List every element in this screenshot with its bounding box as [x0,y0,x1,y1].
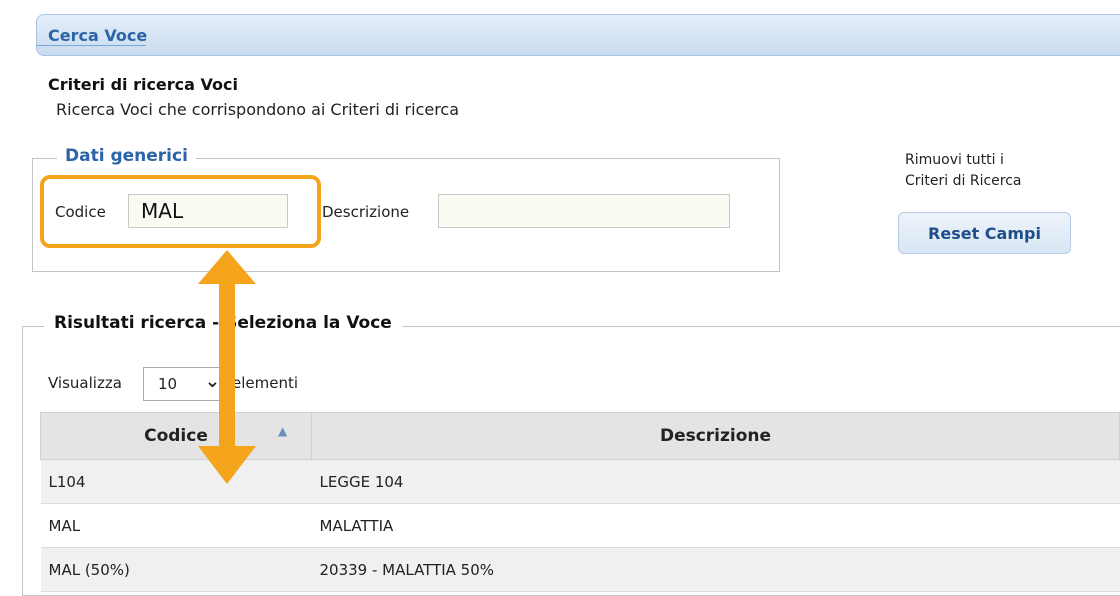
cell-descrizione: LEGGE 104 [311,459,1120,504]
results-table: Codice Descrizione L104 LEGGE 104 MAL MA… [40,412,1120,592]
cell-descrizione: MALATTIA [311,503,1120,548]
cell-codice: L104 [40,459,312,504]
reset-fields-button[interactable]: Reset Campi [898,212,1071,254]
table-row[interactable]: MAL MALATTIA [40,503,1120,548]
reset-note-line1: Rimuovi tutti i [905,152,1004,168]
page-header-bar [36,14,1120,56]
reset-note: Rimuovi tutti i Criteri di Ricerca [905,150,1022,192]
column-header-descrizione[interactable]: Descrizione [311,412,1120,460]
descrizione-label: Descrizione [322,203,410,221]
reset-note-line2: Criteri di Ricerca [905,173,1022,189]
page-title: Cerca Voce [48,26,148,45]
page-size-value: 10 [158,375,178,393]
cell-descrizione: 20339 - MALATTIA 50% [311,547,1120,592]
chevron-down-icon: ⌄ [204,371,220,392]
show-label: Visualizza [48,374,122,392]
criteria-subtitle: Ricerca Voci che corrispondono ai Criter… [56,100,460,119]
criteria-title: Criteri di ricerca Voci [48,75,238,94]
generic-data-legend: Dati generici [57,146,196,166]
cell-codice: MAL (50%) [40,547,312,592]
sort-asc-icon[interactable]: ▲ [278,424,287,438]
table-row[interactable]: L104 LEGGE 104 [40,459,1120,504]
cell-codice: MAL [40,503,312,548]
elements-label: elementi [232,374,299,392]
table-row[interactable]: MAL (50%) 20339 - MALATTIA 50% [40,547,1120,592]
results-legend: Risultati ricerca - Seleziona la Voce [44,313,402,333]
column-header-codice[interactable]: Codice [40,412,312,460]
codice-highlight-box [40,175,321,248]
descrizione-input[interactable] [438,194,730,228]
page-size-select[interactable]: 10 ⌄ [143,367,229,401]
title-underline [36,45,146,46]
